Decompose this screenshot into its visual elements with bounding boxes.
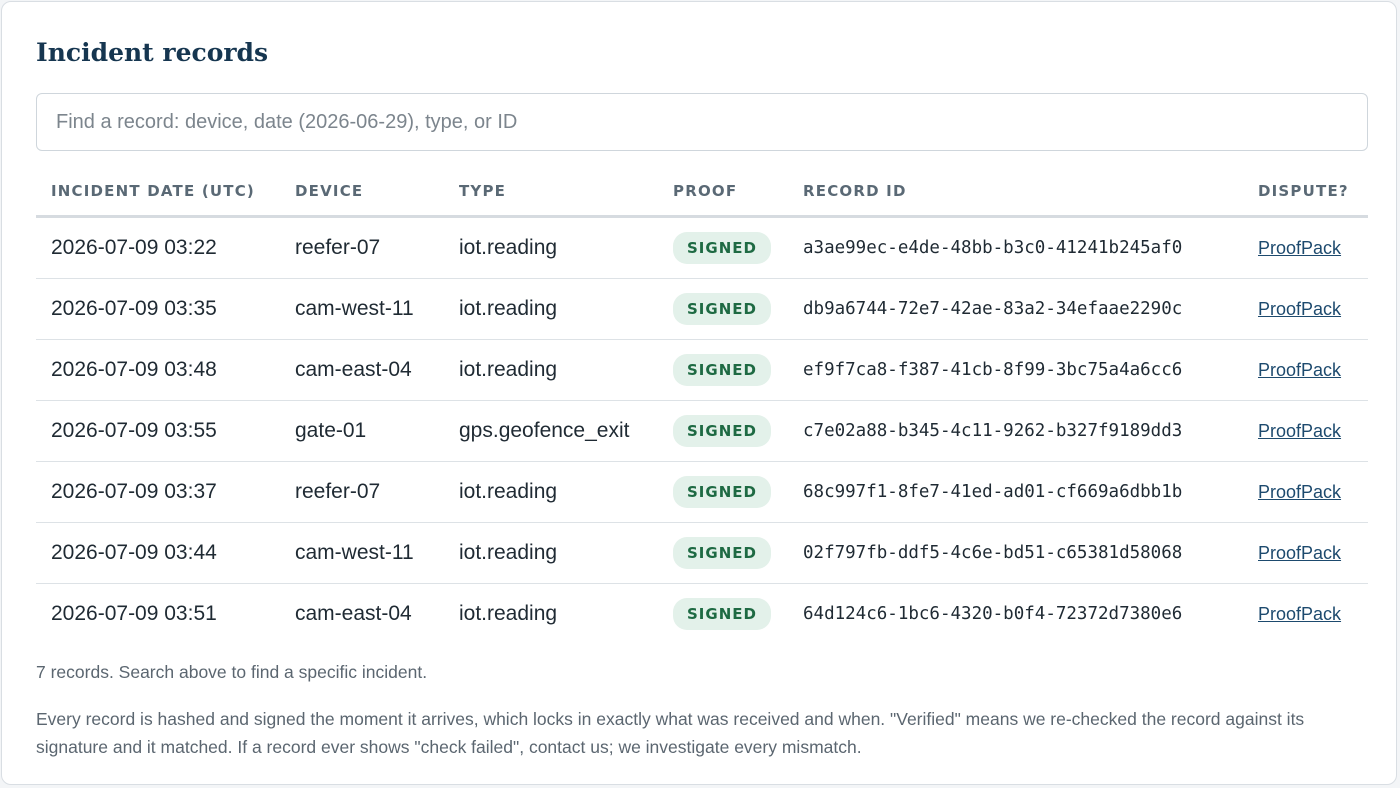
- cell-record-id: 64d124c6-1bc6-4320-b0f4-72372d7380e6: [803, 604, 1183, 624]
- signed-badge: SIGNED: [673, 537, 771, 569]
- cell-dispute: ProofPack: [1243, 461, 1368, 523]
- table-row: 2026-07-09 03:51 cam-east-04 iot.reading…: [36, 584, 1368, 645]
- cell-proof: SIGNED: [658, 461, 788, 523]
- cell-type: iot.reading: [459, 602, 558, 625]
- table-row: 2026-07-09 03:35 cam-west-11 iot.reading…: [36, 278, 1368, 340]
- table-row: 2026-07-09 03:22 reefer-07 iot.reading S…: [36, 216, 1368, 279]
- cell-proof: SIGNED: [658, 339, 788, 401]
- proofpack-link[interactable]: ProofPack: [1258, 360, 1341, 380]
- cell-dispute: ProofPack: [1243, 522, 1368, 584]
- cell-device: gate-01: [280, 400, 444, 462]
- cell-type: iot.reading: [444, 216, 658, 279]
- cell-record-id: db9a6744-72e7-42ae-83a2-34efaae2290c: [788, 278, 1243, 340]
- cell-type: iot.reading: [444, 461, 658, 523]
- signed-badge: SIGNED: [673, 293, 771, 325]
- table-header-row: INCIDENT DATE (UTC) DEVICE TYPE PROOF RE…: [36, 167, 1368, 218]
- cell-dispute: ProofPack: [1243, 216, 1368, 279]
- header-dispute: DISPUTE?: [1243, 167, 1368, 218]
- cell-dispute: ProofPack: [1243, 278, 1368, 340]
- signed-badge: SIGNED: [673, 232, 771, 264]
- records-table: INCIDENT DATE (UTC) DEVICE TYPE PROOF RE…: [36, 167, 1368, 644]
- cell-incident-date: 2026-07-09 03:44: [36, 522, 280, 584]
- table-row: 2026-07-09 03:55 gate-01 gps.geofence_ex…: [36, 400, 1368, 462]
- signed-badge: SIGNED: [673, 415, 771, 447]
- cell-record-id: a3ae99ec-e4de-48bb-b3c0-41241b245af0: [788, 216, 1243, 279]
- cell-device: cam-west-11: [280, 278, 444, 340]
- incident-records-card: Incident records INCIDENT DATE (UTC) DEV…: [1, 1, 1397, 785]
- cell-device: reefer-07: [280, 216, 444, 279]
- cell-incident-date: 2026-07-09 03:35: [36, 278, 280, 340]
- header-type: TYPE: [444, 167, 658, 218]
- verification-note: Every record is hashed and signed the mo…: [36, 709, 1305, 757]
- cell-record-id: 02f797fb-ddf5-4c6e-bd51-c65381d58068: [788, 522, 1243, 584]
- header-record-id: RECORD ID: [788, 167, 1243, 218]
- proofpack-link[interactable]: ProofPack: [1258, 543, 1341, 563]
- table-row: 2026-07-09 03:44 cam-west-11 iot.reading…: [36, 522, 1368, 584]
- proofpack-link[interactable]: ProofPack: [1258, 421, 1341, 441]
- proofpack-link[interactable]: ProofPack: [1258, 299, 1341, 319]
- cell-type: iot.reading: [444, 278, 658, 340]
- cell-proof: SIGNED: [658, 400, 788, 462]
- cell-device: cam-east-04: [280, 339, 444, 401]
- header-device: DEVICE: [280, 167, 444, 218]
- cell-incident-date: 2026-07-09 03:22: [36, 216, 280, 279]
- proofpack-link[interactable]: ProofPack: [1258, 604, 1341, 624]
- signed-badge: SIGNED: [673, 476, 771, 508]
- cell-device: cam-west-11: [280, 522, 444, 584]
- cell-type: iot.reading: [444, 522, 658, 584]
- cell-incident-date: 2026-07-09 03:37: [36, 461, 280, 523]
- page-title: Incident records: [36, 38, 269, 67]
- cell-proof: SIGNED: [658, 584, 788, 645]
- table-row: 2026-07-09 03:37 reefer-07 iot.reading S…: [36, 461, 1368, 523]
- cell-proof: SIGNED: [658, 216, 788, 279]
- cell-dispute: ProofPack: [1243, 584, 1368, 645]
- record-count-text: 7 records. Search above to find a specif…: [36, 662, 428, 682]
- cell-incident-date: 2026-07-09 03:48: [36, 339, 280, 401]
- cell-proof: SIGNED: [658, 522, 788, 584]
- search-input[interactable]: [36, 93, 1368, 151]
- header-proof: PROOF: [658, 167, 788, 218]
- proofpack-link[interactable]: ProofPack: [1258, 238, 1341, 258]
- cell-device: cam-east-04: [295, 602, 412, 625]
- cell-record-id: ef9f7ca8-f387-41cb-8f99-3bc75a4a6cc6: [788, 339, 1243, 401]
- cell-record-id: c7e02a88-b345-4c11-9262-b327f9189dd3: [788, 400, 1243, 462]
- cell-incident-date: 2026-07-09 03:55: [36, 400, 280, 462]
- signed-badge: SIGNED: [673, 598, 771, 630]
- cell-type: gps.geofence_exit: [444, 400, 658, 462]
- proofpack-link[interactable]: ProofPack: [1258, 482, 1341, 502]
- cell-proof: SIGNED: [658, 278, 788, 340]
- header-incident-date: INCIDENT DATE (UTC): [36, 167, 280, 218]
- cell-dispute: ProofPack: [1243, 339, 1368, 401]
- table-row: 2026-07-09 03:48 cam-east-04 iot.reading…: [36, 339, 1368, 401]
- cell-dispute: ProofPack: [1243, 400, 1368, 462]
- cell-incident-date: 2026-07-09 03:51: [51, 602, 217, 625]
- cell-record-id: 68c997f1-8fe7-41ed-ad01-cf669a6dbb1b: [788, 461, 1243, 523]
- cell-device: reefer-07: [280, 461, 444, 523]
- cell-type: iot.reading: [444, 339, 658, 401]
- signed-badge: SIGNED: [673, 354, 771, 386]
